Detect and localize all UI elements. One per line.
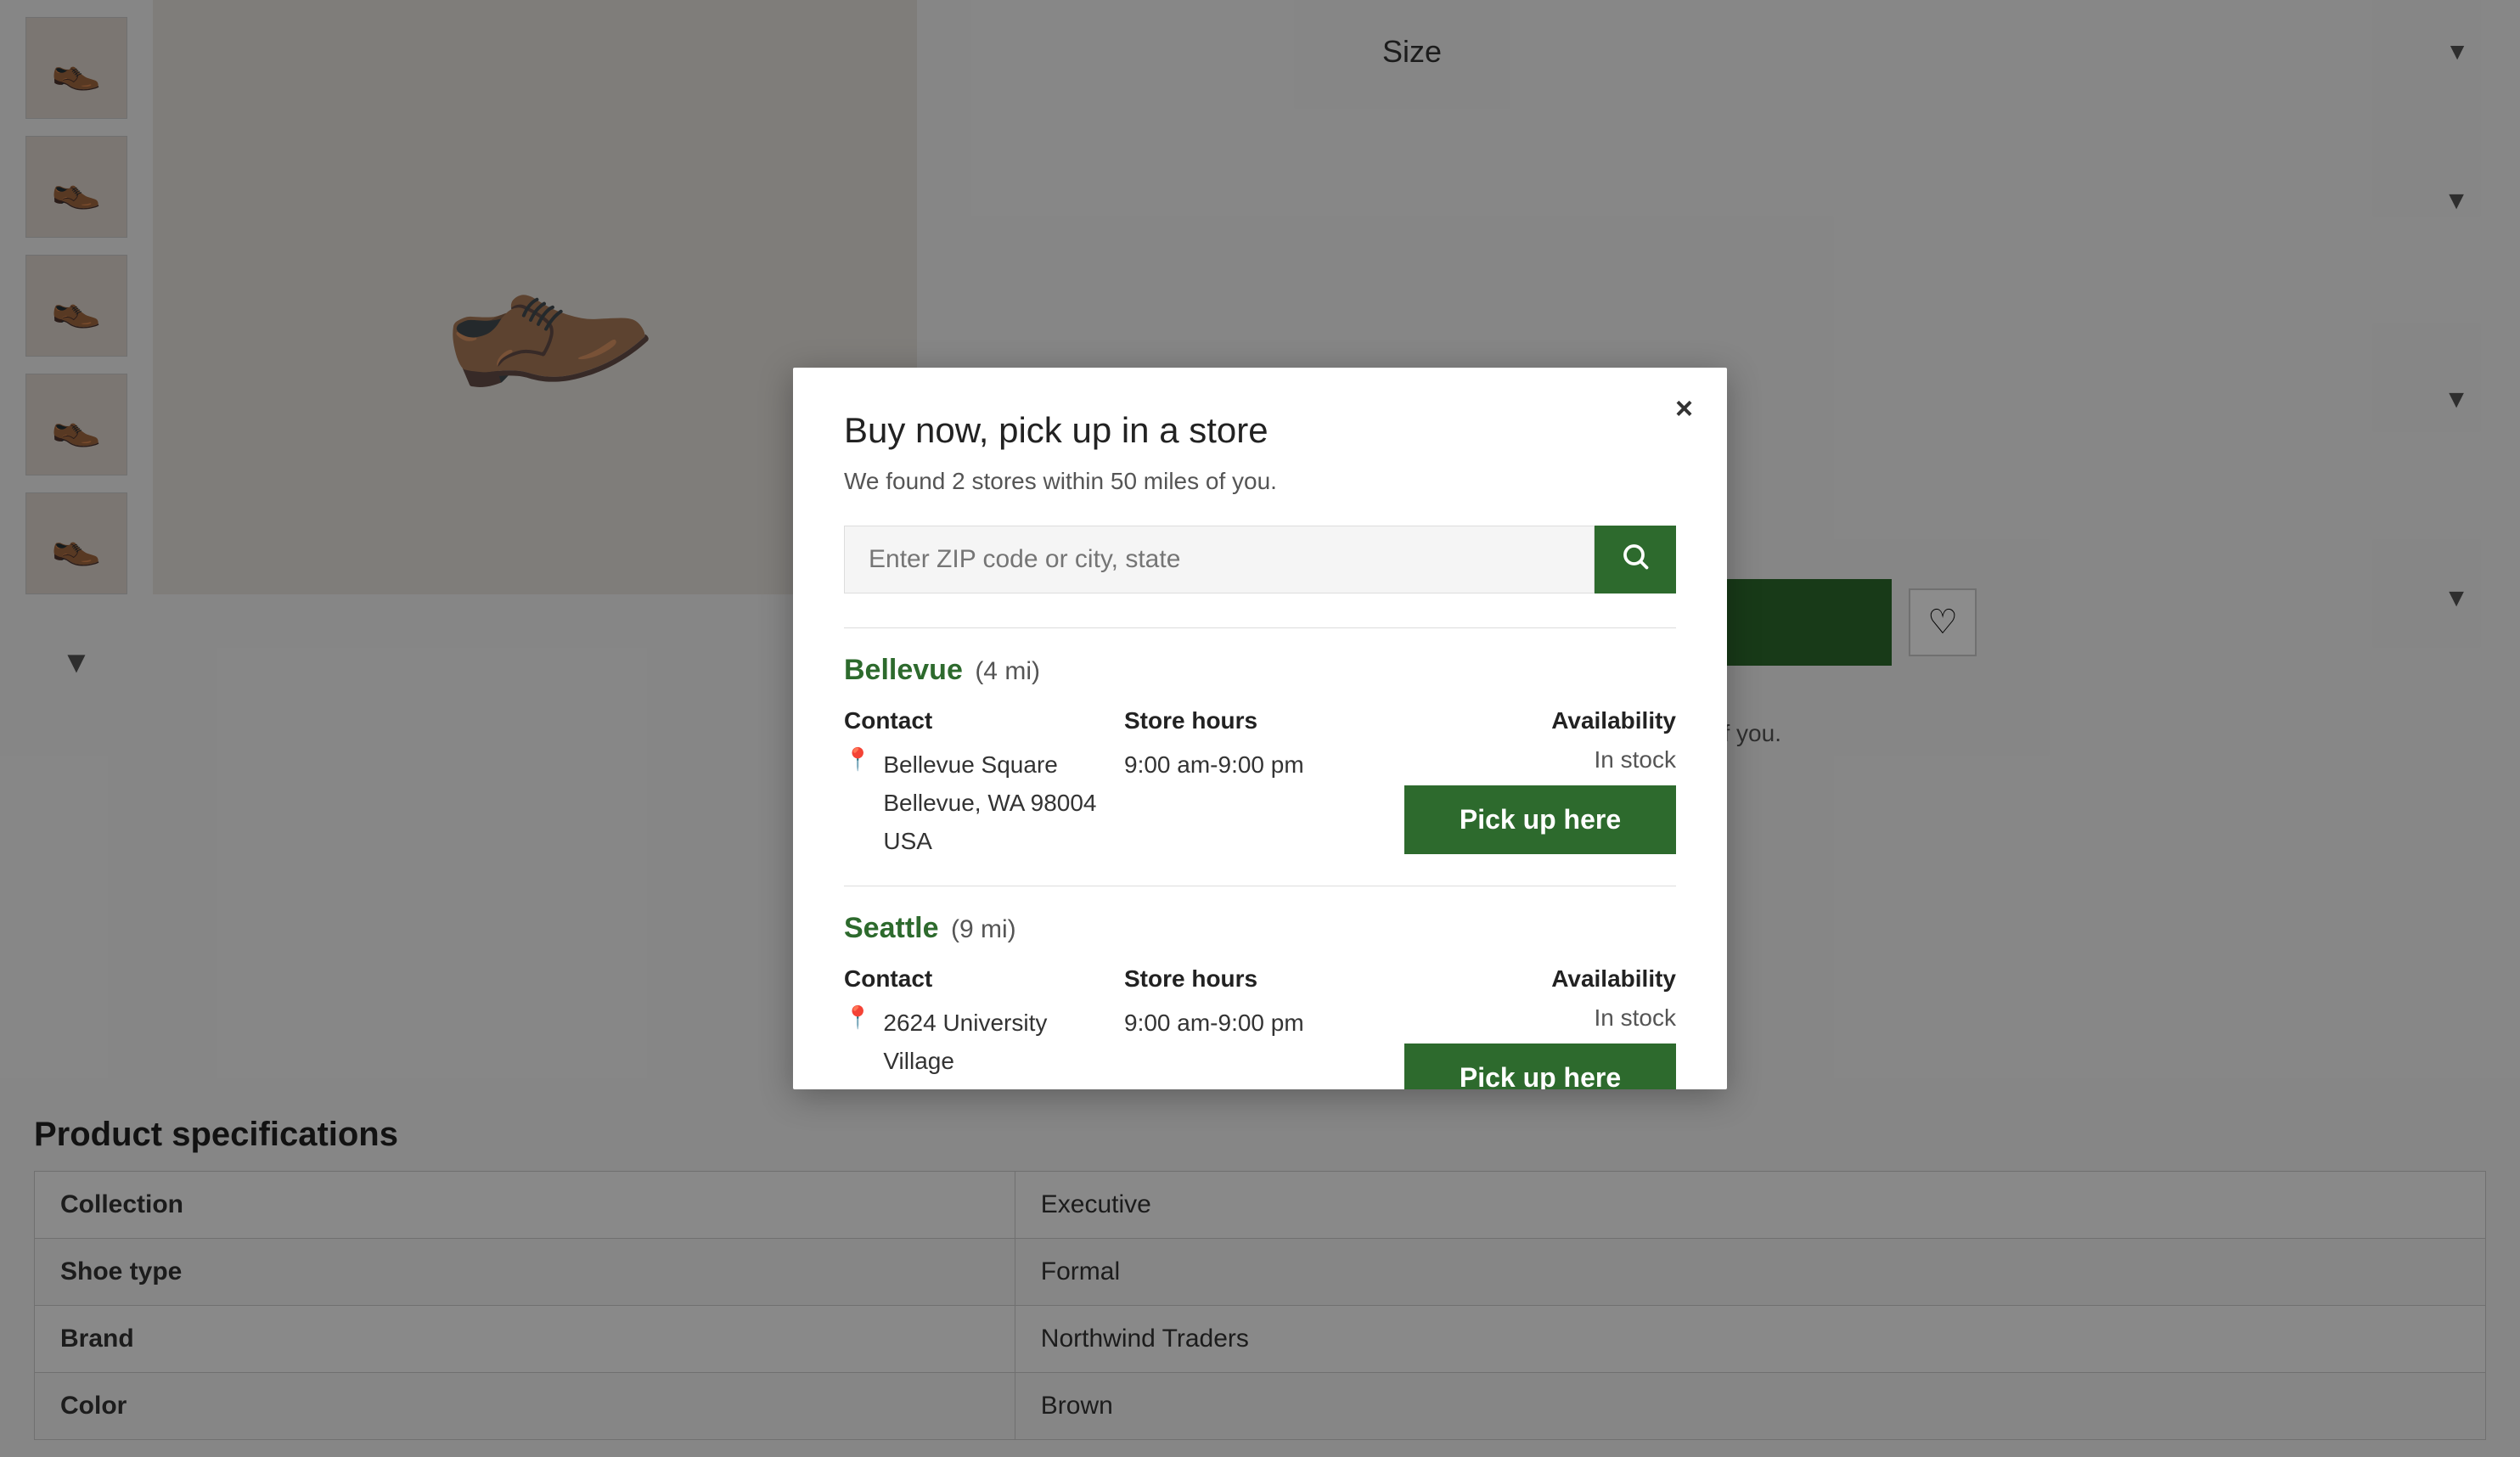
- bellevue-name: Bellevue: [844, 654, 963, 686]
- seattle-contact-row: 📍 2624 University Village Plaza NE Seatt…: [844, 1004, 1116, 1089]
- seattle-hours-col: Store hours 9:00 am-9:00 pm: [1124, 965, 1396, 1089]
- seattle-pickup-button[interactable]: Pick up here: [1404, 1044, 1676, 1089]
- bellevue-contact-header: Contact: [844, 707, 1116, 734]
- seattle-contact-header: Contact: [844, 965, 1116, 993]
- bellevue-availability-status: In stock: [1595, 746, 1676, 774]
- store-name-row: Bellevue (4 mi): [844, 654, 1676, 687]
- bellevue-availability-header: Availability: [1551, 707, 1676, 734]
- location-pin-icon: 📍: [844, 746, 871, 773]
- search-button[interactable]: [1595, 526, 1676, 593]
- bellevue-grid: Contact 📍 Bellevue Square Bellevue, WA 9…: [844, 707, 1676, 860]
- store-pickup-modal: × Buy now, pick up in a store We found 2…: [793, 368, 1727, 1089]
- seattle-distance: (9 mi): [951, 915, 1016, 943]
- store-bellevue: Bellevue (4 mi) Contact 📍 Bellevue Squar…: [844, 654, 1676, 860]
- bellevue-contact-col: Contact 📍 Bellevue Square Bellevue, WA 9…: [844, 707, 1116, 860]
- bellevue-pickup-button[interactable]: Pick up here: [1404, 785, 1676, 854]
- modal-subtitle: We found 2 stores within 50 miles of you…: [844, 468, 1676, 495]
- seattle-contact-col: Contact 📍 2624 University Village Plaza …: [844, 965, 1116, 1089]
- store-name-row-seattle: Seattle (9 mi): [844, 912, 1676, 945]
- search-row: [844, 526, 1676, 593]
- bellevue-hours-header: Store hours: [1124, 707, 1396, 734]
- modal-overlay[interactable]: × Buy now, pick up in a store We found 2…: [0, 0, 2520, 1457]
- search-icon: [1620, 541, 1651, 578]
- bellevue-hours-col: Store hours 9:00 am-9:00 pm: [1124, 707, 1396, 860]
- divider-1: [844, 627, 1676, 628]
- modal-title: Buy now, pick up in a store: [844, 410, 1676, 451]
- seattle-grid: Contact 📍 2624 University Village Plaza …: [844, 965, 1676, 1089]
- seattle-hours: 9:00 am-9:00 pm: [1124, 1004, 1396, 1043]
- seattle-address: 2624 University Village Plaza NE Seattle…: [883, 1004, 1116, 1089]
- bellevue-hours: 9:00 am-9:00 pm: [1124, 746, 1396, 785]
- seattle-hours-header: Store hours: [1124, 965, 1396, 993]
- bellevue-availability-col: Availability In stock Pick up here: [1404, 707, 1676, 860]
- zip-input[interactable]: [844, 526, 1595, 593]
- seattle-availability-header: Availability: [1551, 965, 1676, 993]
- bellevue-contact-row: 📍 Bellevue Square Bellevue, WA 98004 USA: [844, 746, 1116, 860]
- bellevue-distance: (4 mi): [975, 657, 1040, 685]
- seattle-availability-col: Availability In stock Pick up here: [1404, 965, 1676, 1089]
- bellevue-address: Bellevue Square Bellevue, WA 98004 USA: [883, 746, 1096, 860]
- seattle-name: Seattle: [844, 912, 939, 944]
- store-seattle: Seattle (9 mi) Contact 📍 2624 University…: [844, 912, 1676, 1089]
- modal-close-button[interactable]: ×: [1675, 393, 1693, 424]
- location-pin-icon-2: 📍: [844, 1004, 871, 1031]
- seattle-availability-status: In stock: [1595, 1004, 1676, 1032]
